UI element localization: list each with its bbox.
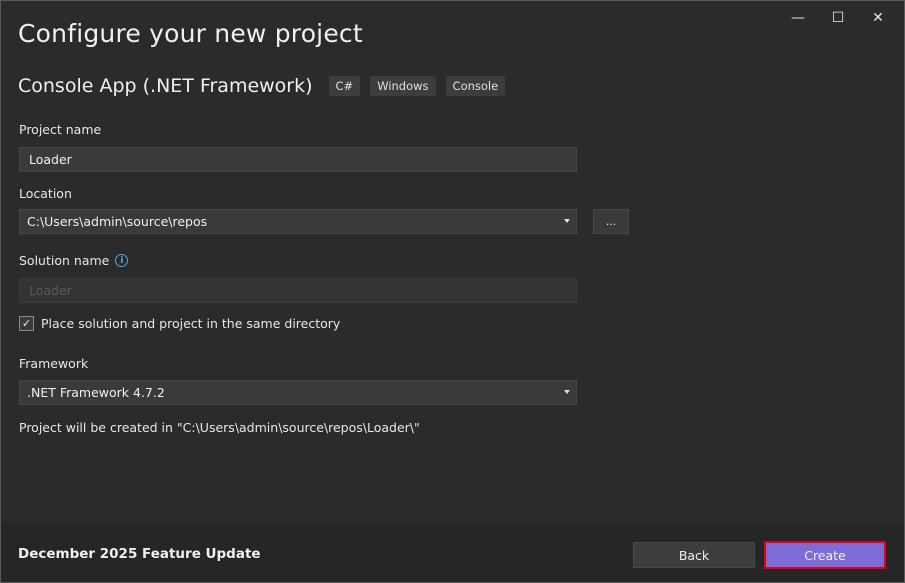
project-name-input[interactable]: Loader	[19, 147, 577, 172]
solution-name-label-row: Solution name i	[19, 253, 129, 268]
template-name: Console App (.NET Framework)	[18, 75, 313, 97]
same-directory-label[interactable]: Place solution and project in the same d…	[41, 316, 340, 331]
tag-platform: Windows	[370, 76, 436, 96]
location-value: C:\Users\admin\source\repos	[27, 214, 208, 229]
dialog-window: — ☐ ✕ Configure your new project Console…	[0, 0, 905, 583]
template-header: Console App (.NET Framework) C# Windows …	[18, 75, 515, 97]
dialog-footer: December 2025 Feature Update Back Create	[1, 523, 904, 582]
tag-language: C#	[328, 76, 361, 96]
minimize-icon[interactable]: —	[778, 5, 818, 31]
back-button[interactable]: Back	[633, 542, 755, 568]
location-combobox[interactable]: C:\Users\admin\source\repos	[19, 209, 577, 234]
browse-button[interactable]: ...	[593, 209, 629, 234]
maximize-icon[interactable]: ☐	[818, 5, 858, 31]
solution-name-input: Loader	[19, 278, 577, 303]
window-controls: — ☐ ✕	[778, 5, 898, 31]
framework-value: .NET Framework 4.7.2	[27, 385, 165, 400]
framework-select[interactable]: .NET Framework 4.7.2	[19, 380, 577, 405]
tag-project-type: Console	[445, 76, 506, 96]
feature-update-label: December 2025 Feature Update	[18, 546, 261, 562]
chevron-down-icon[interactable]	[564, 219, 570, 223]
project-name-label: Project name	[19, 122, 102, 137]
close-icon[interactable]: ✕	[858, 5, 898, 31]
page-title: Configure your new project	[18, 19, 363, 48]
checkmark-icon: ✓	[21, 317, 32, 330]
create-button[interactable]: Create	[764, 541, 886, 569]
solution-name-label: Solution name	[19, 253, 110, 268]
project-path-info: Project will be created in "C:\Users\adm…	[19, 420, 420, 435]
same-directory-option[interactable]: ✓ Place solution and project in the same…	[19, 316, 340, 331]
framework-label: Framework	[19, 356, 89, 371]
location-label: Location	[19, 186, 72, 201]
info-icon[interactable]: i	[115, 254, 129, 267]
same-directory-checkbox[interactable]: ✓	[19, 316, 34, 331]
chevron-down-icon[interactable]	[564, 390, 570, 394]
